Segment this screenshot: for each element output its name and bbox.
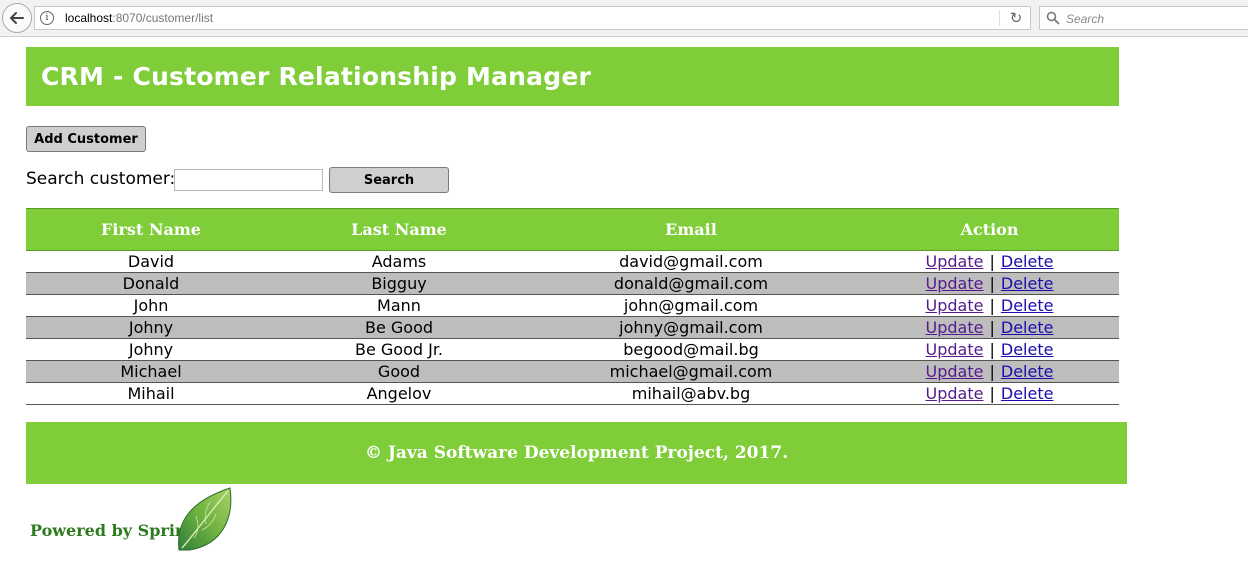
- action-separator: |: [989, 252, 995, 271]
- cell-action: Update | Delete: [860, 360, 1119, 383]
- cell-action: Update | Delete: [860, 338, 1119, 361]
- cell-first-name: David: [26, 250, 276, 273]
- address-bar[interactable]: i localhost:8070/customer/list ↻: [34, 6, 1031, 30]
- page-title: CRM - Customer Relationship Manager: [41, 62, 592, 91]
- arrow-left-icon: [10, 12, 24, 24]
- back-button[interactable]: [2, 3, 32, 33]
- info-icon[interactable]: i: [40, 11, 54, 25]
- cell-last-name: Good: [276, 360, 522, 383]
- update-link[interactable]: Update: [926, 296, 984, 315]
- cell-email: michael@gmail.com: [522, 360, 860, 383]
- magnifier-icon: [1046, 11, 1060, 25]
- cell-first-name: Johny: [26, 316, 276, 339]
- action-separator: |: [989, 384, 995, 403]
- cell-email: begood@mail.bg: [522, 338, 860, 361]
- table-row: Johny Be Good Jr. begood@mail.bg Update | Del…: [26, 338, 1119, 361]
- action-separator: |: [989, 296, 995, 315]
- cell-last-name: Adams: [276, 250, 522, 273]
- table-row: Michael Good michael@gmail.com Update | Delet…: [26, 360, 1119, 383]
- url-divider: [999, 10, 1000, 26]
- update-link[interactable]: Update: [926, 252, 984, 271]
- browser-search-input[interactable]: [1064, 9, 1248, 29]
- cell-last-name: Bigguy: [276, 272, 522, 295]
- action-separator: |: [989, 340, 995, 359]
- delete-link[interactable]: Delete: [1001, 274, 1054, 293]
- delete-link[interactable]: Delete: [1001, 296, 1054, 315]
- cell-email: mihail@abv.bg: [522, 382, 860, 405]
- cell-email: john@gmail.com: [522, 294, 860, 317]
- search-label: Search customer:: [26, 169, 176, 189]
- page-header: CRM - Customer Relationship Manager: [26, 47, 1119, 106]
- cell-first-name: Mihail: [26, 382, 276, 405]
- update-link[interactable]: Update: [926, 340, 984, 359]
- cell-first-name: Johny: [26, 338, 276, 361]
- url-path: :8070/customer/list: [112, 11, 214, 25]
- delete-link[interactable]: Delete: [1001, 384, 1054, 403]
- table-row: Johny Be Good johny@gmail.com Update | Delete: [26, 316, 1119, 339]
- url-host: localhost: [65, 11, 113, 25]
- delete-link[interactable]: Delete: [1001, 340, 1054, 359]
- column-header-action: Action: [860, 208, 1119, 251]
- cell-action: Update | Delete: [860, 316, 1119, 339]
- search-button[interactable]: Search: [329, 167, 449, 193]
- spring-leaf-icon: [178, 487, 232, 551]
- column-header-last-name: Last Name: [276, 208, 522, 251]
- update-link[interactable]: Update: [926, 362, 984, 381]
- cell-action: Update | Delete: [860, 272, 1119, 295]
- delete-link[interactable]: Delete: [1001, 362, 1054, 381]
- update-link[interactable]: Update: [926, 274, 984, 293]
- update-link[interactable]: Update: [926, 384, 984, 403]
- column-header-email: Email: [522, 208, 860, 251]
- cell-email: david@gmail.com: [522, 250, 860, 273]
- cell-first-name: John: [26, 294, 276, 317]
- browser-toolbar: i localhost:8070/customer/list ↻: [0, 0, 1248, 37]
- cell-last-name: Mann: [276, 294, 522, 317]
- table-header-row: First Name Last Name Email Action: [26, 208, 1119, 251]
- update-link[interactable]: Update: [926, 318, 984, 337]
- cell-first-name: Donald: [26, 272, 276, 295]
- delete-link[interactable]: Delete: [1001, 318, 1054, 337]
- action-separator: |: [989, 362, 995, 381]
- cell-email: johny@gmail.com: [522, 316, 860, 339]
- column-header-first-name: First Name: [26, 208, 276, 251]
- url-text[interactable]: localhost:8070/customer/list: [65, 11, 213, 25]
- table-row: John Mann john@gmail.com Update | Delete: [26, 294, 1119, 317]
- cell-action: Update | Delete: [860, 382, 1119, 405]
- table-body: David Adams david@gmail.com Update | Delete Do…: [26, 250, 1119, 405]
- page-footer: © Java Software Development Project, 201…: [26, 422, 1127, 484]
- table-row: David Adams david@gmail.com Update | Delete: [26, 250, 1119, 273]
- action-separator: |: [989, 318, 995, 337]
- browser-search-bar[interactable]: [1039, 6, 1248, 30]
- cell-action: Update | Delete: [860, 294, 1119, 317]
- powered-by-text: Powered by Spring: [30, 521, 198, 540]
- search-customer-input[interactable]: [174, 169, 323, 191]
- cell-first-name: Michael: [26, 360, 276, 383]
- footer-text: © Java Software Development Project, 201…: [364, 443, 789, 463]
- table-row: Donald Bigguy donald@gmail.com Update | Delet…: [26, 272, 1119, 295]
- cell-action: Update | Delete: [860, 250, 1119, 273]
- reload-icon[interactable]: ↻: [1007, 9, 1025, 27]
- action-separator: |: [989, 274, 995, 293]
- cell-last-name: Be Good: [276, 316, 522, 339]
- customer-table: First Name Last Name Email Action David A…: [26, 208, 1119, 405]
- cell-last-name: Be Good Jr.: [276, 338, 522, 361]
- cell-last-name: Angelov: [276, 382, 522, 405]
- delete-link[interactable]: Delete: [1001, 252, 1054, 271]
- add-customer-button[interactable]: Add Customer: [26, 126, 146, 152]
- cell-email: donald@gmail.com: [522, 272, 860, 295]
- table-row: Mihail Angelov mihail@abv.bg Update | Delete: [26, 382, 1119, 405]
